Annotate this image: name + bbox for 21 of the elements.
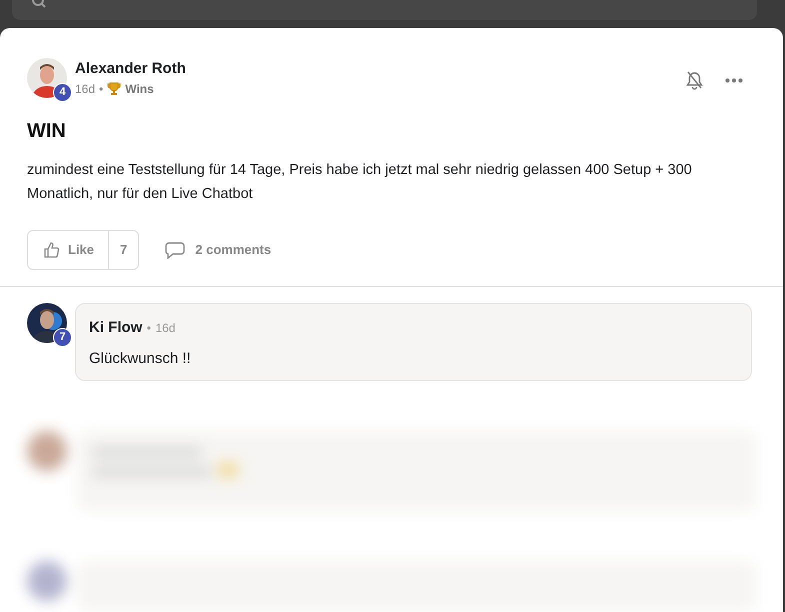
post-title: WIN [27,119,67,144]
separator: • [146,321,151,335]
post-time: 16d [75,81,96,98]
more-icon[interactable] [725,78,743,83]
bell-off-icon[interactable] [686,71,703,90]
post-body: zumindest eine Teststellung für 14 Tage, Preis habe ich jetzt mal sehr niedrig gelassen 400 Setup + 300 Monatlich, nur für den Live Chatbot [27,161,693,204]
level-badge: 4 [53,83,72,102]
comment-icon [165,242,186,258]
like-button[interactable]: Like [28,231,110,269]
comment-author[interactable]: Ki Flow [89,319,142,336]
comments-button[interactable]: 2 comments [165,240,272,260]
comment-time: 16d [155,321,176,335]
separator: • [99,81,104,98]
category-label[interactable]: Wins [125,80,154,98]
thumbs-up-icon [44,242,60,258]
trophy-icon [107,82,122,96]
search-icon [32,0,46,8]
comment-text: Glückwunsch !! [89,349,192,369]
level-badge: 7 [53,328,72,347]
like-count: 7 [119,241,128,260]
author-name[interactable]: Alexander Roth [75,60,186,78]
